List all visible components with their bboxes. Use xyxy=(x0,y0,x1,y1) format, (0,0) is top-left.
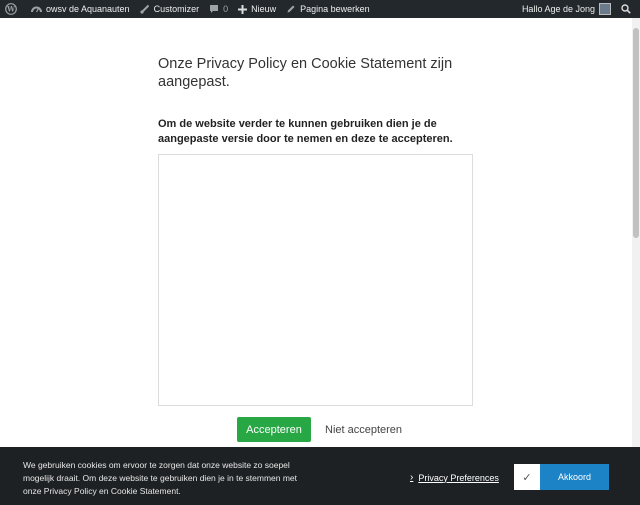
my-account-link[interactable]: Hallo Age de Jong xyxy=(517,0,616,18)
privacy-preferences-link[interactable]: › Privacy Preferences xyxy=(410,472,499,483)
decline-button[interactable]: Niet accepteren xyxy=(325,424,402,436)
chevron-right-icon: › xyxy=(410,472,414,483)
plus-icon xyxy=(238,4,248,14)
page-scrollbar[interactable] xyxy=(632,18,640,447)
cookie-notice-text: We gebruiken cookies om ervoor te zorgen… xyxy=(23,460,298,496)
new-label: Nieuw xyxy=(251,4,277,14)
wordpress-logo-button[interactable]: W xyxy=(0,0,26,18)
comments-link[interactable]: 0 xyxy=(204,0,233,18)
checkmark-icon: ✓ xyxy=(522,471,532,484)
cookie-notice-bar: We gebruiken cookies om ervoor te zorgen… xyxy=(0,447,640,505)
customizer-label: Customizer xyxy=(153,4,200,14)
instruction-text: Om de website verder te kunnen gebruiken… xyxy=(158,118,453,145)
page-title: Onze Privacy Policy en Cookie Statement … xyxy=(158,56,453,90)
consent-checkbox[interactable]: ✓ xyxy=(514,464,540,490)
avatar xyxy=(599,3,611,15)
greeting-label: Hallo Age de Jong xyxy=(521,4,595,14)
comment-bubble-icon xyxy=(209,4,219,14)
new-content-link[interactable]: Nieuw xyxy=(233,0,281,18)
site-name-link[interactable]: owsv de Aquanauten xyxy=(26,0,135,18)
svg-text:W: W xyxy=(6,5,15,14)
comments-count: 0 xyxy=(223,4,229,14)
search-icon xyxy=(621,4,631,14)
policy-document-frame[interactable] xyxy=(158,154,473,406)
wordpress-icon: W xyxy=(5,3,17,15)
customizer-link[interactable]: Customizer xyxy=(135,0,205,18)
search-button[interactable] xyxy=(616,0,640,18)
accept-button[interactable]: Accepteren xyxy=(237,417,311,442)
admin-bar: W owsv de Aquanauten Customizer 0 Nieuw … xyxy=(0,0,640,18)
pencil-icon xyxy=(286,4,296,14)
akkoord-button[interactable]: Akkoord xyxy=(540,464,609,490)
edit-page-label: Pagina bewerken xyxy=(300,4,370,14)
dashboard-icon xyxy=(31,4,42,14)
edit-page-link[interactable]: Pagina bewerken xyxy=(281,0,375,18)
site-name-label: owsv de Aquanauten xyxy=(46,4,130,14)
privacy-preferences-label: Privacy Preferences xyxy=(418,472,499,483)
scrollbar-thumb[interactable] xyxy=(633,28,639,238)
paintbrush-icon xyxy=(139,4,150,14)
